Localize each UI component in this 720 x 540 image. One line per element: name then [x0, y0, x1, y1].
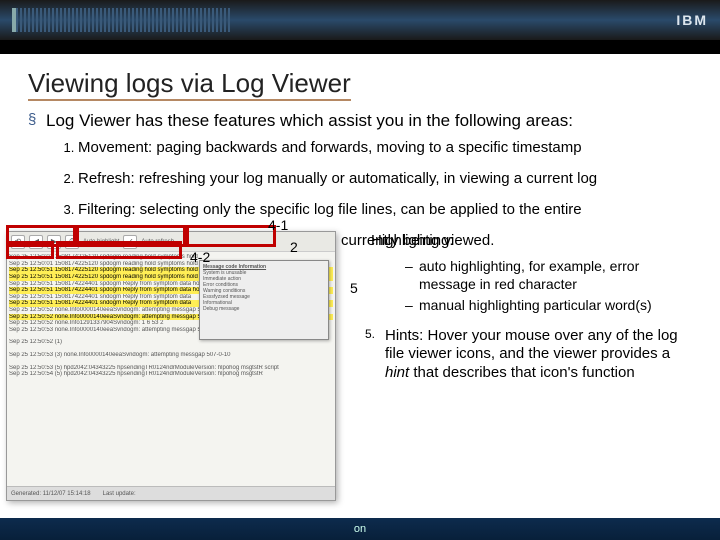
feature-list: Movement: paging backwards and forwards,… — [28, 139, 692, 219]
feature-item-1: Movement: paging backwards and forwards,… — [78, 139, 692, 158]
callout-label-4-1: 4-1 — [268, 217, 288, 233]
callout-label-2: 2 — [290, 239, 298, 255]
generated-label: Generated: 11/12/07 15:14:18 — [11, 491, 91, 497]
black-strip — [0, 40, 720, 54]
popup-line: Debug message — [203, 306, 325, 312]
log-row: Sep 25 12:50:53 (5) hpd2042:04343225 hps… — [9, 365, 333, 372]
callout-label-4-2: 4-2 — [190, 249, 210, 265]
sub-item-auto: auto highlighting, for example, error me… — [405, 258, 694, 293]
hints-emph: hint — [385, 364, 409, 381]
page-footer: on — [0, 518, 720, 540]
log-row: Sep 25 12:50:54 (5) hpd2042:04343225 hps… — [9, 371, 333, 378]
footer-text: on — [354, 523, 366, 535]
callout-rect-1 — [6, 241, 54, 259]
feature-item-3: Filtering: selecting only the specific l… — [78, 201, 692, 220]
hints-number: 5. — [365, 327, 375, 342]
highlighting-sublist: auto highlighting, for example, error me… — [405, 258, 694, 315]
callout-rect-2 — [186, 225, 276, 247]
brand-logo: IBM — [676, 12, 708, 28]
hints-text-a: Hints: Hover your mouse over any of the … — [385, 327, 678, 363]
right-column: Highlighting: currently being viewed. au… — [365, 232, 694, 383]
feature-item-2: Refresh: refreshing your log manually or… — [78, 170, 692, 189]
log-footer: Generated: 11/12/07 15:14:18 Last update… — [7, 486, 335, 500]
sub-item-manual: manual highlighting particular word(s) — [405, 297, 694, 315]
slide-content: Viewing logs via Log Viewer Log Viewer h… — [0, 54, 720, 219]
lead-text: Log Viewer has these features which assi… — [28, 111, 692, 131]
hints-text-b: that describes that icon's function — [409, 364, 635, 381]
title-bar-pattern — [12, 8, 232, 32]
log-row: Sep 25 12:50:53 (3) none.Info0000140eeaS… — [9, 352, 333, 359]
title-bar: IBM — [0, 0, 720, 40]
hints-item: 5. Hints: Hover your mouse over any of t… — [365, 327, 694, 383]
currently-viewed-text: currently being viewed. — [341, 232, 494, 251]
callout-label-5: 5 — [350, 280, 358, 296]
log-viewer-screenshot: ⟲ ◀ ▶ ⏱ Auto highlight ✓ Auto refresh Se… — [6, 231, 336, 501]
last-update-label: Last update: — [103, 491, 136, 497]
message-code-popup: Message code Information System is unusa… — [199, 260, 329, 340]
slide-title: Viewing logs via Log Viewer — [28, 68, 351, 101]
log-row: Sep 25 12:50:52 (1) — [9, 339, 333, 346]
callout-rect-4-2 — [56, 241, 182, 259]
